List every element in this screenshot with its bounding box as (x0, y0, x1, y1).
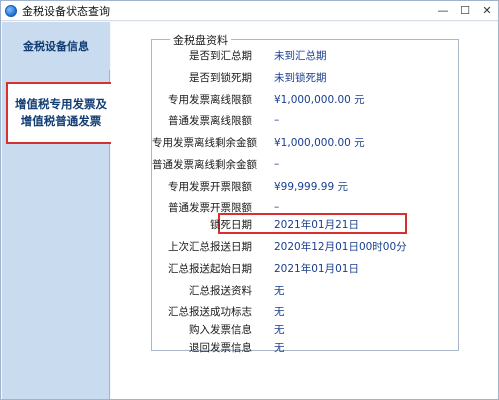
row-value: – (274, 114, 280, 126)
info-row: 汇总报送资料 无 (152, 281, 460, 299)
row-value: 2021年01月21日 (274, 218, 359, 231)
row-label: 是否到汇总期 (189, 49, 252, 62)
info-row: 退回发票信息 无 (152, 338, 460, 356)
row-value: ¥1,000,000.00 元 (274, 93, 365, 106)
tax-disk-groupbox: 金税盘资料 是否到汇总期 未到汇总期 是否到锁死期 未到锁死期 专用发票离线限额… (151, 32, 460, 354)
row-label: 专用发票开票限额 (168, 180, 252, 193)
row-value: – (274, 158, 280, 170)
info-row: 是否到汇总期 未到汇总期 (152, 46, 460, 64)
row-label: 汇总报送起始日期 (168, 262, 252, 275)
sidebar-item-label: 增值税专用发票及增值税普通发票 (15, 97, 107, 128)
row-label: 汇总报送资料 (189, 284, 252, 297)
main-panel: 金税盘资料 是否到汇总期 未到汇总期 是否到锁死期 未到锁死期 专用发票离线限额… (111, 22, 498, 399)
row-label: 退回发票信息 (189, 341, 252, 354)
title-bar[interactable]: 金税设备状态查询 — ☐ ✕ (1, 1, 498, 21)
sidebar-item-device-info[interactable]: 金税设备信息 (2, 22, 110, 70)
app-window: 金税设备状态查询 — ☐ ✕ 金税设备信息 增值税专用发票及增值税普通发票 金税… (0, 0, 499, 400)
row-value: 2021年01月01日 (274, 262, 359, 275)
info-row: 汇总报送成功标志 无 (152, 302, 460, 320)
info-row-lock-date: 锁死日期 2021年01月21日 (152, 215, 460, 233)
info-row: 上次汇总报送日期 2020年12月01日00时00分 (152, 237, 460, 255)
row-value: 无 (274, 323, 285, 336)
row-value: 未到汇总期 (274, 49, 327, 62)
row-label: 锁死日期 (210, 218, 252, 231)
close-icon[interactable]: ✕ (476, 1, 498, 21)
row-value: 2020年12月01日00时00分 (274, 240, 407, 253)
info-row: 是否到锁死期 未到锁死期 (152, 68, 460, 86)
info-row: 专用发票离线剩余金额 ¥1,000,000.00 元 (152, 133, 460, 151)
row-value: – (274, 201, 280, 213)
window-controls: — ☐ ✕ (432, 1, 498, 21)
sidebar-item-label: 金税设备信息 (23, 40, 89, 53)
app-icon (5, 4, 17, 17)
row-label: 购入发票信息 (189, 323, 252, 336)
info-row: 专用发票开票限额 ¥99,999.99 元 (152, 177, 460, 195)
info-row: 普通发票离线限额 – (152, 111, 460, 129)
row-value: ¥1,000,000.00 元 (274, 136, 365, 149)
info-row: 普通发票离线剩余金额 – (152, 155, 460, 173)
row-label: 汇总报送成功标志 (168, 305, 252, 318)
row-label: 上次汇总报送日期 (168, 240, 252, 253)
row-label: 普通发票离线剩余金额 (152, 158, 257, 171)
sidebar: 金税设备信息 增值税专用发票及增值税普通发票 (2, 22, 116, 399)
row-label: 专用发票离线限额 (168, 93, 252, 106)
info-row: 汇总报送起始日期 2021年01月01日 (152, 259, 460, 277)
row-label: 普通发票离线限额 (168, 114, 252, 127)
row-label: 是否到锁死期 (189, 71, 252, 84)
row-label: 专用发票离线剩余金额 (152, 136, 257, 149)
row-value: 无 (274, 341, 285, 354)
minimize-icon[interactable]: — (432, 1, 454, 21)
info-row: 专用发票离线限额 ¥1,000,000.00 元 (152, 90, 460, 108)
row-value: 无 (274, 284, 285, 297)
window-title: 金税设备状态查询 (22, 4, 110, 18)
info-row: 购入发票信息 无 (152, 320, 460, 338)
row-value: 无 (274, 305, 285, 318)
maximize-icon[interactable]: ☐ (454, 1, 476, 21)
row-value: ¥99,999.99 元 (274, 180, 348, 193)
sidebar-item-vat-invoices[interactable]: 增值税专用发票及增值税普通发票 (6, 82, 116, 144)
row-value: 未到锁死期 (274, 71, 327, 84)
